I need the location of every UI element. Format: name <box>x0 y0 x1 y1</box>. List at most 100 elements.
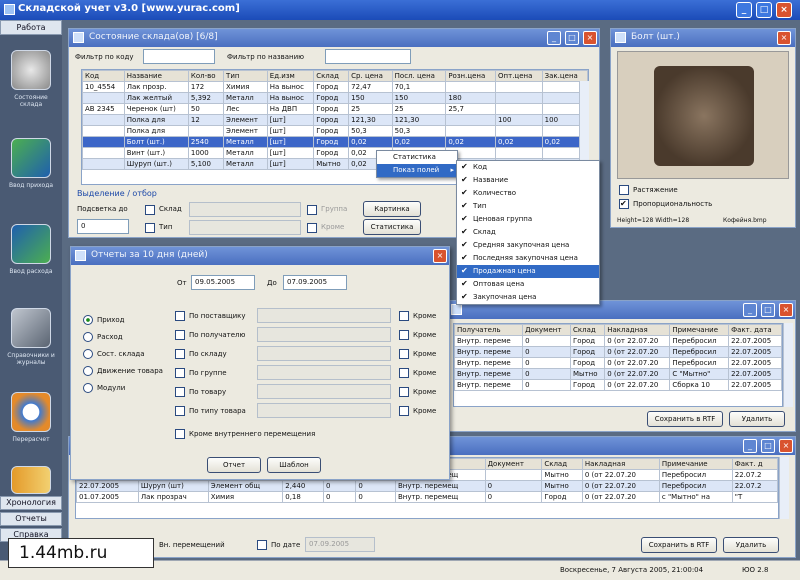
field-menu-item[interactable]: ✔ Последняя закупочная цена <box>457 252 599 265</box>
except-checkbox[interactable] <box>399 368 409 378</box>
table-row[interactable]: 10_4554 Лак прозр. 172 Химия На вынос Город 72… <box>82 81 589 93</box>
column-header[interactable]: Накладная <box>604 324 671 336</box>
filter-select[interactable] <box>257 346 391 361</box>
table-row[interactable]: Внутр. переме 0 Город 0 (от 22.07.20 Перебро… <box>453 335 782 347</box>
close-button[interactable]: × <box>777 31 791 45</box>
column-header[interactable]: Кол-во <box>187 70 225 82</box>
table-row[interactable]: Лак желтый 5,392 Металл На вынос Город 150 150… <box>82 92 589 104</box>
maximize-button[interactable]: □ <box>761 303 775 317</box>
field-menu-item[interactable]: ✔ Название <box>457 174 599 187</box>
sidebar-item-stock[interactable]: Состояние склада <box>4 44 58 114</box>
field-menu-item[interactable]: ✔ Количество <box>457 187 599 200</box>
type-checkbox[interactable] <box>145 223 155 233</box>
column-header[interactable]: Склад <box>570 324 606 336</box>
move-table[interactable]: Получатель Документ Склад Накладная Примечан… <box>453 324 782 391</box>
maximize-button[interactable]: □ <box>756 2 772 18</box>
filter-checkbox[interactable] <box>175 330 185 340</box>
column-header[interactable]: Розн.цена <box>445 70 497 82</box>
maximize-button[interactable]: □ <box>761 439 775 453</box>
except-checkbox[interactable] <box>399 311 409 321</box>
filter-checkbox[interactable] <box>175 311 185 321</box>
minimize-button[interactable]: _ <box>743 439 757 453</box>
column-header[interactable]: Посл. цена <box>391 70 447 82</box>
radio-movement[interactable] <box>83 366 93 376</box>
move-scrollbar[interactable] <box>783 323 793 407</box>
except-checkbox[interactable] <box>399 349 409 359</box>
except-checkbox[interactable] <box>307 223 317 233</box>
close-button[interactable]: × <box>779 303 793 317</box>
table-row[interactable]: 01.07.2005 Лак прозрач Химия 0,18 0 0 Внутр. п… <box>76 491 779 503</box>
column-header[interactable]: Название <box>123 70 189 82</box>
menu-item-statistics[interactable]: Статистика <box>377 151 457 164</box>
stats-button[interactable]: Статистика <box>363 219 421 235</box>
type-select[interactable] <box>189 220 301 235</box>
menu-item-show-fields[interactable]: Показ полей ▸ <box>377 164 457 177</box>
sidebar-history[interactable]: Хронология <box>0 496 62 510</box>
radio-stock-state[interactable] <box>83 349 93 359</box>
table-row[interactable]: Полка для Элемент [шт] Город 50,3 50,3 <box>82 125 589 137</box>
column-header[interactable]: Склад <box>541 458 583 470</box>
warehouse-select[interactable] <box>189 202 301 217</box>
proportional-checkbox[interactable]: ✔ <box>619 199 629 209</box>
column-header[interactable]: Тип <box>223 70 268 82</box>
field-menu-item[interactable]: ✔ Продажная цена <box>457 265 599 278</box>
by-date-checkbox[interactable] <box>257 540 267 550</box>
stock-table[interactable]: Код Название Кол-во Тип Ед.изм Склад Ср. цена П… <box>82 70 589 170</box>
column-header[interactable]: Ср. цена <box>348 70 393 82</box>
column-header[interactable]: Примечание <box>658 458 733 470</box>
filter-select[interactable] <box>257 403 391 418</box>
table-row[interactable]: Полка для 12 Элемент [шт] Город 121,30 121,30 1… <box>82 114 589 126</box>
sidebar-item-income[interactable]: Ввод прихода <box>4 132 58 202</box>
close-button[interactable]: × <box>583 31 597 45</box>
table-row[interactable]: Внутр. переме 0 Город 0 (от 22.07.20 Сборка … <box>453 379 782 391</box>
to-date-input[interactable]: 07.09.2005 <box>283 275 347 290</box>
report-button[interactable]: Отчет <box>207 457 261 473</box>
column-header[interactable]: Зак.цена <box>541 70 589 82</box>
template-button[interactable]: Шаблон <box>267 457 321 473</box>
field-menu-item[interactable]: ✔ Ценовая группа <box>457 213 599 226</box>
stretch-checkbox[interactable] <box>619 185 629 195</box>
highlight-spinner[interactable]: 0 <box>77 219 129 234</box>
table-row[interactable]: AB 2345 Черенок (шт) 50 Лес На ДВП Город 25 25 2… <box>82 103 589 115</box>
table-row[interactable]: Внутр. переме 0 Мытно 0 (от 22.07.20 С "Мытн… <box>453 368 782 380</box>
minimize-button[interactable]: _ <box>743 303 757 317</box>
field-menu-item[interactable]: ✔ Код <box>457 161 599 174</box>
column-header[interactable]: Факт. д <box>731 458 779 470</box>
column-header[interactable]: Склад <box>313 70 350 82</box>
column-header[interactable]: Получатель <box>453 324 524 336</box>
column-header[interactable]: Документ <box>484 458 543 470</box>
close-button[interactable]: × <box>433 249 447 263</box>
picture-button[interactable]: Картинка <box>363 201 421 217</box>
sidebar-reports[interactable]: Отчеты <box>0 512 62 526</box>
save-rtf-button[interactable]: Сохранить в RTF <box>641 537 717 553</box>
filter-checkbox[interactable] <box>175 387 185 397</box>
table-row[interactable]: Внутр. переме 0 Город 0 (от 22.07.20 Перебро… <box>453 357 782 369</box>
filter-checkbox[interactable] <box>175 349 185 359</box>
column-header[interactable]: Документ <box>522 324 572 336</box>
internal-move-checkbox[interactable] <box>175 429 185 439</box>
field-menu-item[interactable]: ✔ Закупочная цена <box>457 291 599 304</box>
column-header[interactable]: Примечание <box>669 324 730 336</box>
except-checkbox[interactable] <box>399 387 409 397</box>
filter-code-input[interactable] <box>143 49 215 64</box>
delete-button[interactable]: Удалить <box>723 537 779 553</box>
minimize-button[interactable]: _ <box>547 31 561 45</box>
group-checkbox[interactable] <box>307 205 317 215</box>
column-header[interactable]: Накладная <box>581 458 660 470</box>
radio-outcome[interactable] <box>83 332 93 342</box>
from-date-input[interactable]: 09.05.2005 <box>191 275 255 290</box>
column-header[interactable]: Код <box>82 70 125 82</box>
table-row[interactable]: Болт (шт.) 2540 Металл [шт] Город 0,02 0,02 0,0… <box>82 136 589 148</box>
sidebar-item-outcome[interactable]: Ввод расхода <box>4 218 58 288</box>
table-row[interactable]: 22.07.2005 Шуруп (шт) Элемент общ 2,440 0 0 Вн… <box>76 480 779 492</box>
close-button[interactable]: × <box>776 2 792 18</box>
close-button[interactable]: × <box>779 439 793 453</box>
filter-name-input[interactable] <box>325 49 411 64</box>
sidebar-item-extra[interactable] <box>4 460 58 494</box>
except-checkbox[interactable] <box>399 406 409 416</box>
save-rtf-button[interactable]: Сохранить в RTF <box>647 411 723 427</box>
delete-button[interactable]: Удалить <box>729 411 785 427</box>
radio-modules[interactable] <box>83 383 93 393</box>
filter-select[interactable] <box>257 327 391 342</box>
journal-scrollbar[interactable] <box>779 457 789 519</box>
